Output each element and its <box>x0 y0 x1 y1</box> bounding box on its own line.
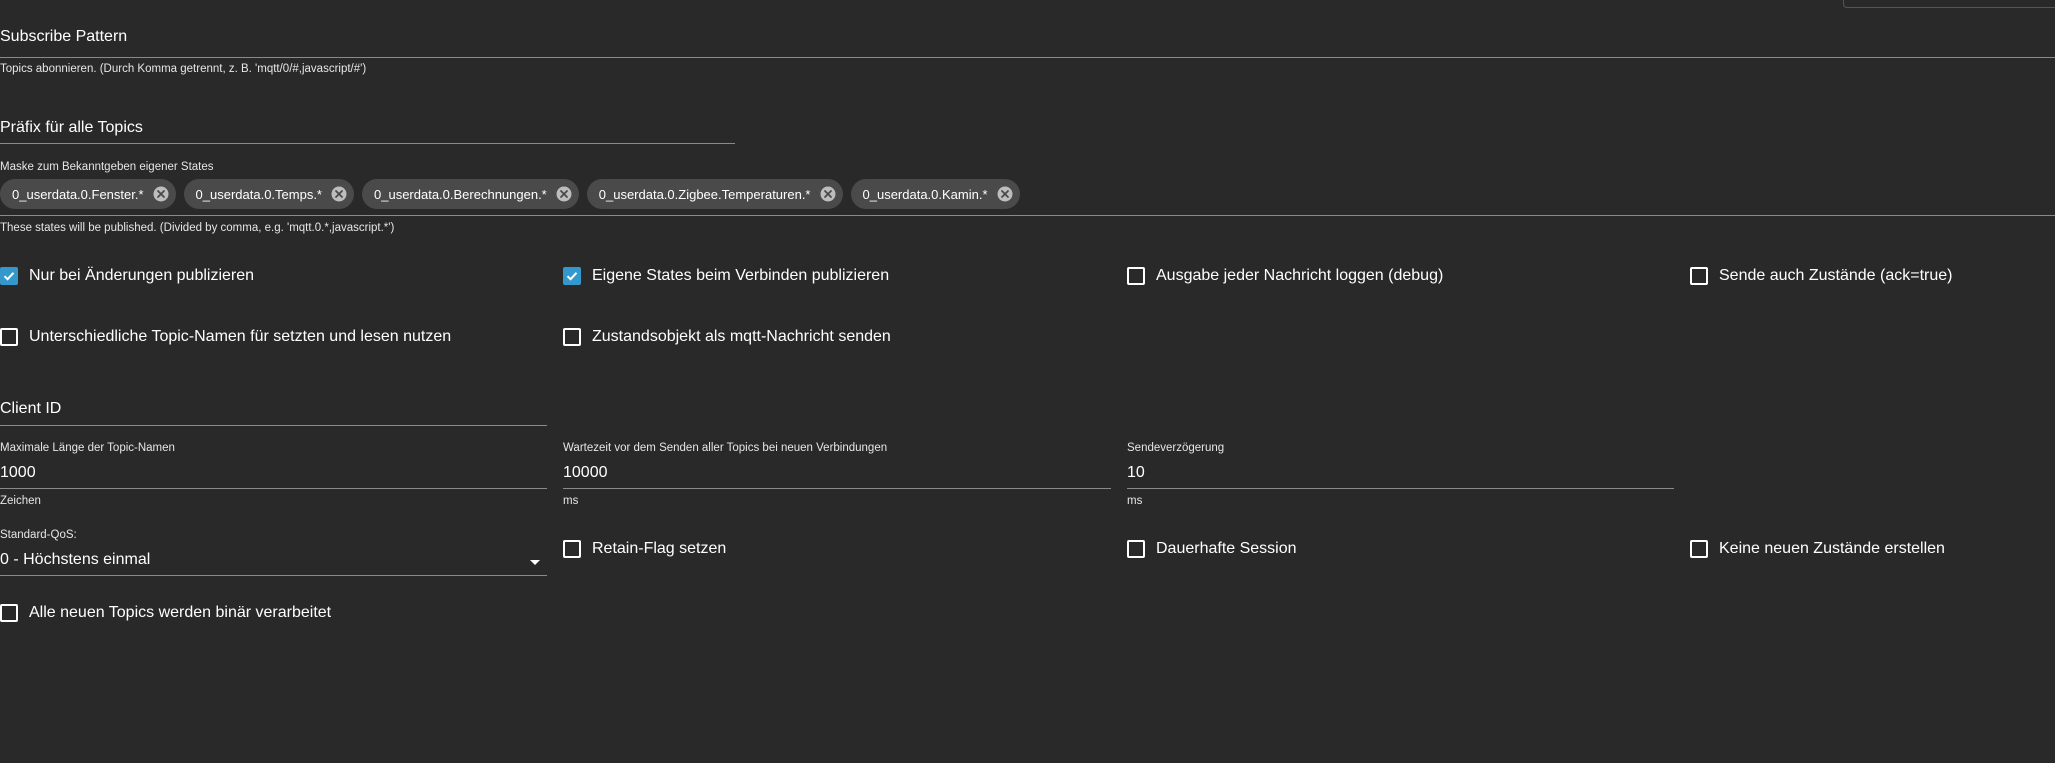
mask-input[interactable] <box>0 215 2055 216</box>
chip-label: 0_userdata.0.Kamin.* <box>862 186 988 202</box>
client-id-label: Client ID <box>0 400 62 417</box>
mask-chip[interactable]: 0_userdata.0.Berechnungen.* <box>362 179 579 209</box>
subscribe-pattern-input[interactable] <box>0 57 2055 58</box>
checkbox-only-changes[interactable]: Nur bei Änderungen publizieren <box>0 267 254 285</box>
checkbox-unchecked-icon <box>0 604 18 622</box>
subscribe-pattern-label: Subscribe Pattern <box>0 28 128 45</box>
checkbox-unchecked-icon <box>1127 540 1145 558</box>
chip-delete-icon[interactable] <box>996 185 1014 203</box>
wait-time-underline <box>563 488 1111 489</box>
checkbox-binary-topics[interactable]: Alle neuen Topics werden binär verarbeit… <box>0 604 331 622</box>
client-id-input[interactable] <box>0 425 547 426</box>
max-length-input[interactable]: 1000 <box>0 464 36 482</box>
checkbox-state-object-message[interactable]: Zustandsobjekt als mqtt-Nachricht senden <box>563 328 891 346</box>
chip-delete-icon[interactable] <box>330 185 348 203</box>
checkbox-unchecked-icon <box>1690 267 1708 285</box>
checkbox-no-new-states[interactable]: Keine neuen Zustände erstellen <box>1690 540 1945 558</box>
chip-delete-icon[interactable] <box>819 185 837 203</box>
max-length-label: Maximale Länge der Topic-Namen <box>0 442 175 454</box>
chip-label: 0_userdata.0.Berechnungen.* <box>374 186 547 202</box>
checkbox-label: Dauerhafte Session <box>1156 540 1297 557</box>
prefix-label: Präfix für alle Topics <box>0 119 143 136</box>
wait-time-unit: ms <box>563 495 579 507</box>
checkbox-unchecked-icon <box>1127 267 1145 285</box>
checkbox-label: Sende auch Zustände (ack=true) <box>1719 267 1953 284</box>
checkbox-label: Unterschiedliche Topic-Namen für setzten… <box>29 328 452 345</box>
chevron-down-icon[interactable] <box>530 560 540 565</box>
checkbox-label: Keine neuen Zustände erstellen <box>1719 540 1945 557</box>
qos-label: Standard-QoS: <box>0 529 77 541</box>
checkbox-unchecked-icon <box>563 540 581 558</box>
mask-label: Maske zum Bekanntgeben eigener States <box>0 161 214 173</box>
checkbox-different-topic-names[interactable]: Unterschiedliche Topic-Namen für setzten… <box>0 328 451 346</box>
chip-label: 0_userdata.0.Temps.* <box>195 186 322 202</box>
checkbox-debug-log[interactable]: Ausgabe jeder Nachricht loggen (debug) <box>1127 267 1443 285</box>
checkbox-checked-icon <box>0 267 18 285</box>
wait-time-label: Wartezeit vor dem Senden aller Topics be… <box>563 442 888 454</box>
mask-helper: These states will be published. (Divided… <box>0 222 395 234</box>
checkbox-label: Nur bei Änderungen publizieren <box>29 267 255 284</box>
subscribe-pattern-helper: Topics abonnieren. (Durch Komma getrennt… <box>0 63 367 75</box>
checkbox-label: Alle neuen Topics werden binär verarbeit… <box>29 604 332 621</box>
checkbox-publish-on-connect[interactable]: Eigene States beim Verbinden publizieren <box>563 267 889 285</box>
chip-label: 0_userdata.0.Zigbee.Temperaturen.* <box>598 186 811 202</box>
qos-select[interactable]: 0 - Höchstens einmal <box>0 551 150 569</box>
mask-chip[interactable]: 0_userdata.0.Kamin.* <box>850 179 1020 209</box>
send-delay-label: Sendeverzögerung <box>1127 442 1225 454</box>
send-delay-underline <box>1127 488 1674 489</box>
mask-chip[interactable]: 0_userdata.0.Zigbee.Temperaturen.* <box>586 179 843 209</box>
send-delay-unit: ms <box>1127 495 1143 507</box>
checkbox-label: Zustandsobjekt als mqtt-Nachricht senden <box>592 328 891 345</box>
checkbox-unchecked-icon <box>0 328 18 346</box>
chip-label: 0_userdata.0.Fenster.* <box>12 186 144 202</box>
checkbox-persistent-session[interactable]: Dauerhafte Session <box>1127 540 1297 558</box>
prefix-input[interactable] <box>0 143 735 144</box>
qos-underline <box>0 575 547 576</box>
checkbox-unchecked-icon <box>563 328 581 346</box>
chip-delete-icon[interactable] <box>555 185 573 203</box>
mask-chip-list: 0_userdata.0.Fenster.* 0_userdata.0.Temp… <box>0 179 1020 209</box>
checkbox-label: Ausgabe jeder Nachricht loggen (debug) <box>1156 267 1444 284</box>
chip-delete-icon[interactable] <box>152 185 170 203</box>
max-length-underline <box>0 488 547 489</box>
checkbox-label: Eigene States beim Verbinden publizieren <box>592 267 890 284</box>
checkbox-label: Retain-Flag setzen <box>592 540 727 557</box>
max-length-unit: Zeichen <box>0 495 41 507</box>
checkbox-checked-icon <box>563 267 581 285</box>
checkbox-unchecked-icon <box>1690 540 1708 558</box>
checkbox-send-ack-true[interactable]: Sende auch Zustände (ack=true) <box>1690 267 1952 285</box>
send-delay-input[interactable]: 10 <box>1127 464 1145 482</box>
top-right-field-edge <box>1843 0 2055 8</box>
checkbox-retain-flag[interactable]: Retain-Flag setzen <box>563 540 726 558</box>
mask-chip[interactable]: 0_userdata.0.Fenster.* <box>0 179 176 209</box>
mask-chip[interactable]: 0_userdata.0.Temps.* <box>183 179 354 209</box>
wait-time-input[interactable]: 10000 <box>563 464 608 482</box>
